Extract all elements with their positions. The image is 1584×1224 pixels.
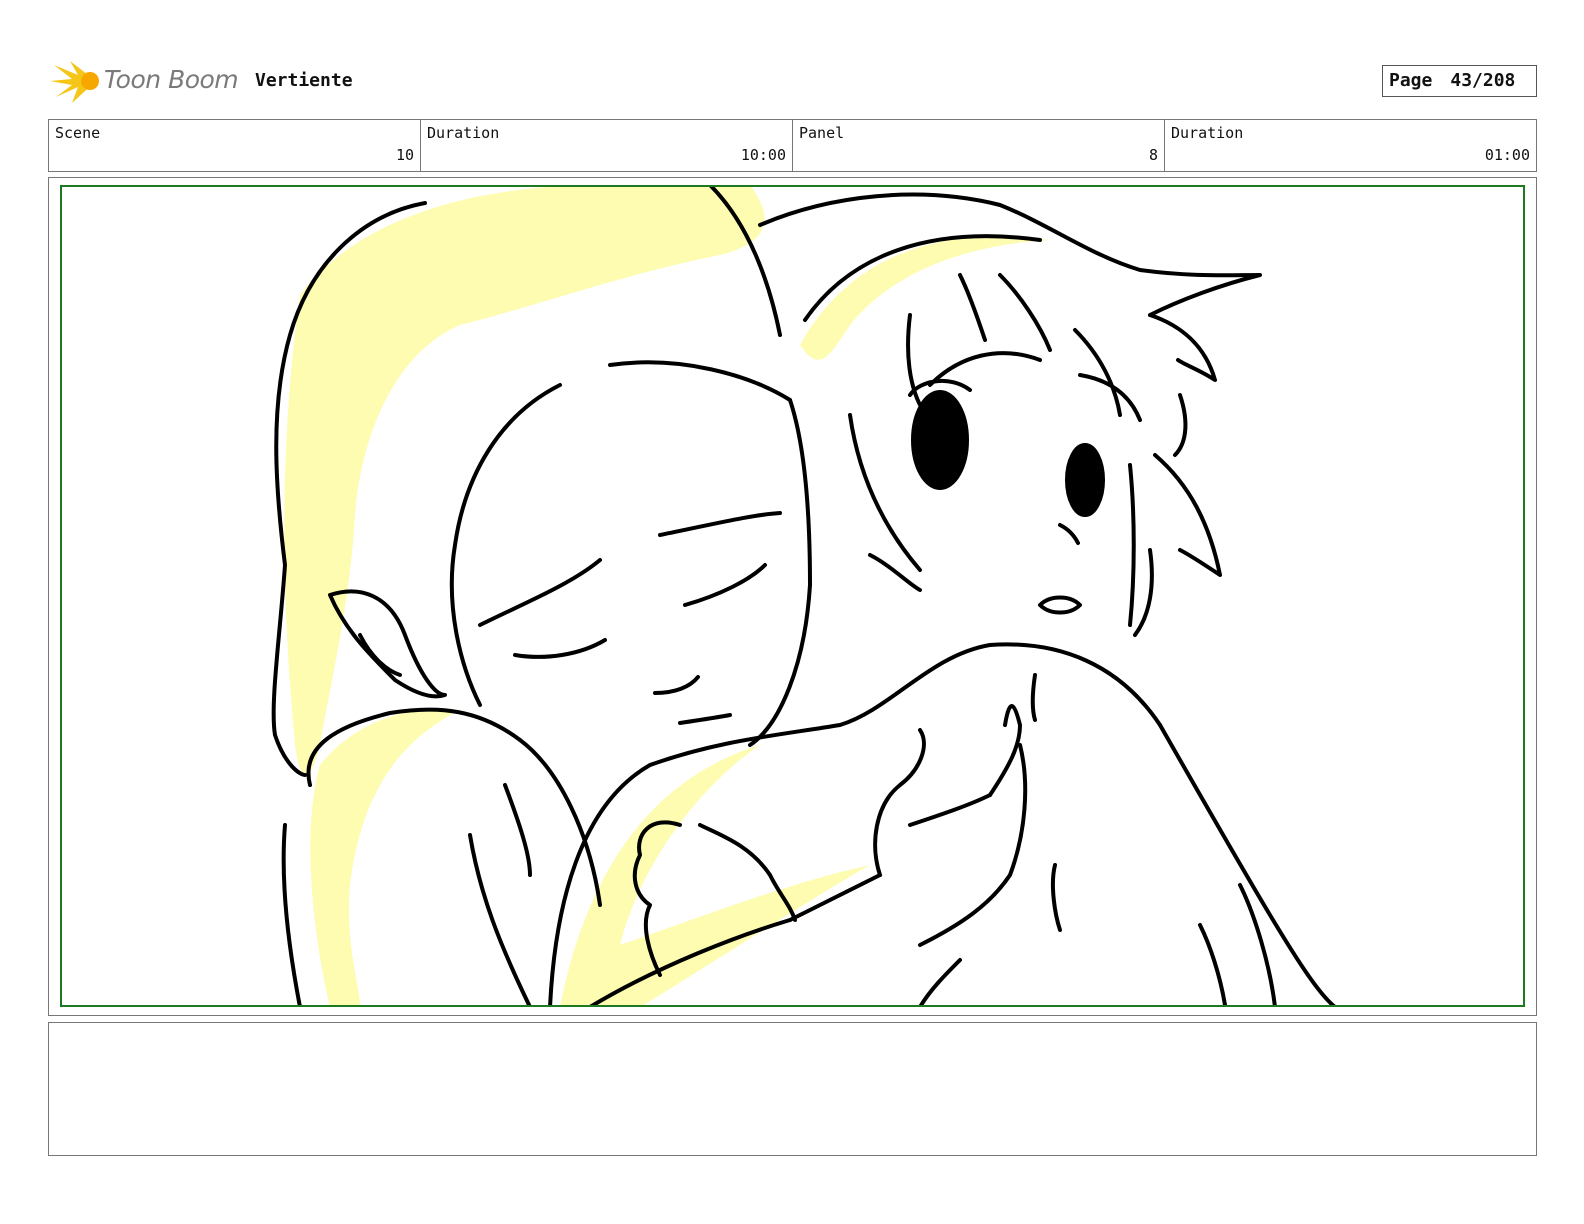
scene-duration-label: Duration	[427, 124, 500, 142]
panel-duration-value: 01:00	[1484, 146, 1530, 164]
starburst-icon	[50, 61, 99, 103]
storyboard-panel	[48, 177, 1537, 1016]
hug-sketch-drawing	[271, 187, 1336, 1005]
panel-notes-box	[48, 1022, 1537, 1156]
panel-label: Panel	[799, 124, 845, 142]
page-number: 43/208	[1450, 70, 1516, 91]
panel-info-row: Scene 10 Duration 10:00 Panel 8 Duration…	[48, 119, 1537, 172]
right-figure	[758, 192, 1262, 637]
scene-label: Scene	[55, 124, 101, 142]
page-indicator: Page 43/208	[1382, 65, 1537, 97]
panel-cell: Panel 8	[793, 120, 1165, 171]
page-label: Page	[1389, 70, 1433, 91]
panel-duration-label: Duration	[1171, 124, 1244, 142]
panel-duration-cell: Duration 01:00	[1165, 120, 1536, 171]
project-title: Vertiente	[255, 70, 353, 91]
scene-duration-cell: Duration 10:00	[421, 120, 793, 171]
hair-tone	[284, 187, 1050, 1005]
toon-boom-logo: Toon Boom	[50, 55, 240, 107]
scene-duration-value: 10:00	[740, 146, 786, 164]
logo-text: Toon Boom	[104, 65, 239, 94]
scene-cell: Scene 10	[49, 120, 421, 171]
panel-frame	[60, 185, 1525, 1007]
scene-value: 10	[395, 146, 414, 164]
panel-value: 8	[1148, 146, 1158, 164]
